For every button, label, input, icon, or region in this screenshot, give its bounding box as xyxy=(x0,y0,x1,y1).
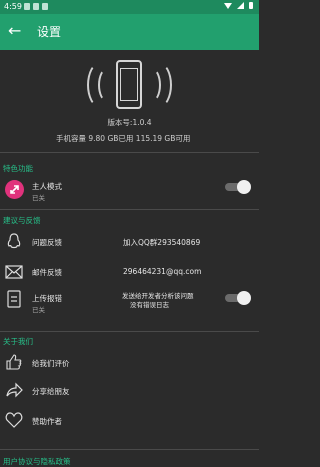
mail-icon xyxy=(5,263,23,281)
thumbs-up-icon xyxy=(5,353,23,371)
notification-icons xyxy=(24,3,48,10)
upload-error-description: 发送给开发者分析该问题 没有错误日志 xyxy=(122,292,194,310)
version-text: 版本号:1.0.4 xyxy=(107,118,152,127)
share-icon xyxy=(5,381,23,399)
host-mode-label: 主人模式 xyxy=(32,182,62,191)
page-title: 设置 xyxy=(37,25,62,39)
section-header-feedback: 建议与反馈 xyxy=(3,216,41,225)
signal-wave-icon xyxy=(87,62,113,108)
divider xyxy=(0,209,259,210)
mail-address-value[interactable]: 296464231@qq.com xyxy=(123,267,201,276)
phone-illustration xyxy=(0,60,259,120)
qq-group-value[interactable]: 加入QQ群293540869 xyxy=(123,237,200,248)
notification-icon xyxy=(33,3,39,10)
app-bar: ← 设置 xyxy=(0,14,259,50)
status-bar: 4:59 xyxy=(0,0,259,14)
signal-icon xyxy=(237,2,244,9)
notification-icon xyxy=(42,3,48,10)
upload-error-toggle[interactable] xyxy=(221,291,251,305)
battery-icon xyxy=(249,2,253,9)
section-header-policy[interactable]: 用户协议与隐私政策 xyxy=(3,456,71,467)
back-arrow-icon[interactable]: ← xyxy=(8,21,21,41)
report-icon xyxy=(5,290,23,308)
mail-feedback-label[interactable]: 邮件反馈 xyxy=(32,267,62,278)
upload-error-label: 上传报错 xyxy=(32,294,62,303)
section-header-features: 特色功能 xyxy=(3,164,33,173)
host-mode-icon xyxy=(5,180,24,199)
status-time: 4:59 xyxy=(4,2,22,11)
phone-icon xyxy=(116,60,142,109)
upload-error-desc-line2: 没有错误日志 xyxy=(130,301,169,309)
notification-icon xyxy=(24,3,30,10)
wifi-icon xyxy=(224,2,232,9)
host-mode-toggle[interactable] xyxy=(221,180,251,194)
host-mode-status: 已关 xyxy=(32,194,45,202)
storage-text: 手机容量 9.80 GB已用 115.19 GB可用 xyxy=(56,134,191,143)
qq-icon xyxy=(5,232,23,250)
section-header-about: 关于我们 xyxy=(3,337,33,346)
qq-feedback-label[interactable]: 问题反馈 xyxy=(32,237,62,248)
share-friends-item[interactable]: 分享给朋友 xyxy=(32,386,70,397)
upload-error-desc-line1: 发送给开发者分析该问题 xyxy=(122,292,194,300)
rate-us-item[interactable]: 给我们评价 xyxy=(32,358,70,369)
divider xyxy=(0,152,259,153)
heart-icon xyxy=(5,411,23,429)
signal-wave-icon xyxy=(146,62,172,108)
upload-error-status: 已关 xyxy=(32,306,45,314)
sponsor-item[interactable]: 赞助作者 xyxy=(32,416,62,427)
divider xyxy=(0,331,259,332)
system-icons xyxy=(224,2,253,9)
divider xyxy=(0,449,259,450)
